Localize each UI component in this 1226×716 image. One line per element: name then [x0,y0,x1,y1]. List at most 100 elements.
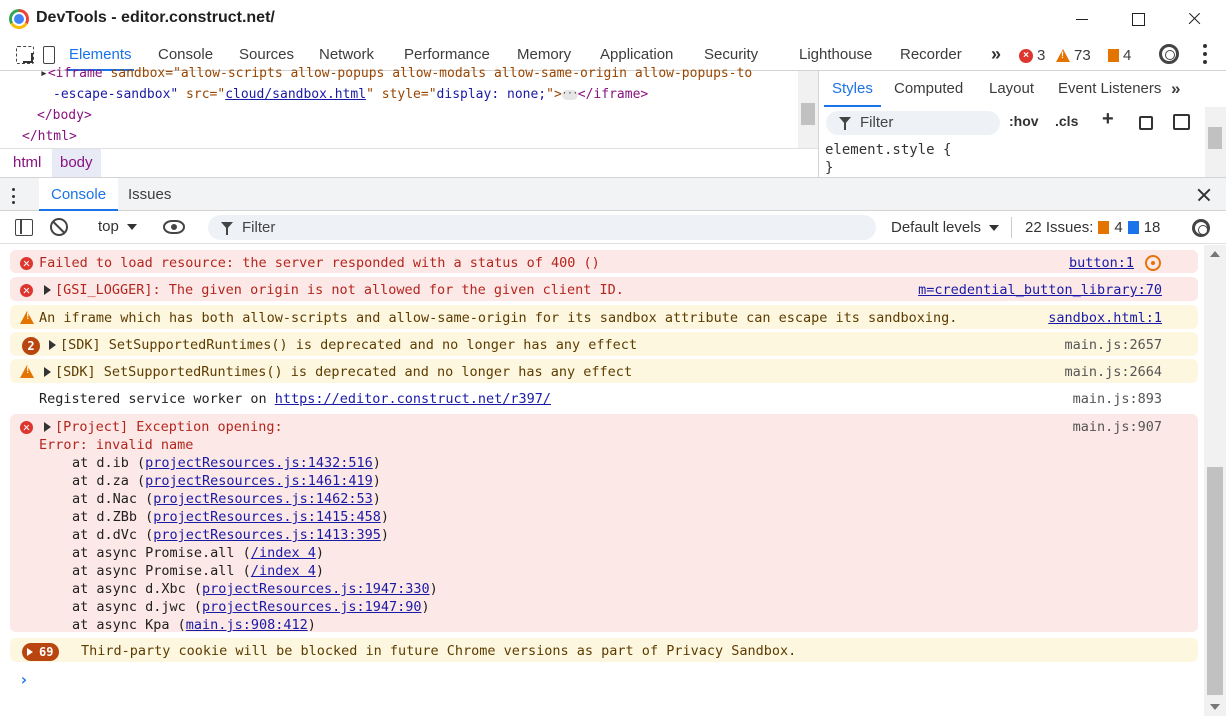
drawer-tab-issues[interactable]: Issues [128,178,171,211]
dom-line-iframe[interactable]: ▸<iframe sandbox="allow-scripts allow-po… [40,66,752,81]
close-drawer-icon[interactable] [1194,185,1214,205]
console-scrollbar-thumb[interactable] [1207,467,1223,695]
tab-layout[interactable]: Layout [989,71,1034,107]
message-source-link[interactable]: m=credential_button_library:70 [918,282,1162,298]
styles-filter-input[interactable]: Filter [826,111,1000,135]
expand-triangle-icon [44,422,51,432]
error-count-badge[interactable]: × 3 [1019,47,1045,64]
warning-icon [20,365,34,378]
settings-gear-icon[interactable] [1159,44,1179,64]
message-source-link[interactable]: main.js:907 [1073,419,1162,435]
inspect-element-icon[interactable] [16,46,34,64]
title-bar: DevTools - editor.construct.net/ [0,0,1226,38]
tab-styles[interactable]: Styles [824,71,881,107]
more-options-icon[interactable] [1203,44,1207,64]
stack-frame: at d.ib (projectResources.js:1432:516) [72,455,381,471]
cls-toggle[interactable]: .cls [1055,113,1078,129]
toolbar-divider [1011,217,1012,238]
stack-frame: at async Kpa (main.js:908:412) [72,617,316,633]
console-scrollbar[interactable] [1204,245,1226,716]
chrome-logo-icon [9,9,29,29]
breadcrumb: html body [0,148,818,177]
stack-frame: at d.ZBb (projectResources.js:1415:458) [72,509,389,525]
breadcrumb-body[interactable]: body [52,149,101,177]
drawer-menu-icon[interactable] [12,188,16,204]
info-blue-flag-icon [1127,221,1139,234]
console-message-warning: An iframe which has both allow-scripts a… [10,305,1198,329]
window-title: DevTools - editor.construct.net/ [36,9,275,26]
console-prompt-input[interactable]: › [19,670,29,689]
tab-lighthouse[interactable]: Lighthouse [799,38,872,71]
repeat-count-badge: 2 [22,337,40,355]
stack-frame: at async d.jwc (projectResources.js:1947… [72,599,430,615]
filter-icon [839,117,851,130]
drawer-tab-console[interactable]: Console [39,178,119,211]
clear-console-icon[interactable] [50,218,68,236]
issues-counter[interactable]: 22 Issues: 4 18 [1025,219,1160,236]
tab-recorder[interactable]: Recorder [900,38,962,71]
console-message-exception: [Project] Exception opening: Error: inva… [10,414,1198,633]
console-message-error: [GSI_LOGGER]: The given origin is not al… [10,277,1198,301]
maximize-button[interactable] [1118,4,1158,34]
scroll-up-icon[interactable] [1210,251,1220,257]
styles-scrollbar[interactable] [1205,107,1226,177]
collapsed-content-ellipsis[interactable]: ··· [561,89,578,100]
paint-brush-icon[interactable] [1139,116,1153,130]
error-icon [20,421,33,434]
scroll-down-icon[interactable] [1210,704,1220,710]
error-icon [20,257,33,270]
minimize-button[interactable] [1062,4,1102,34]
toggle-sidebar-icon[interactable] [1173,114,1190,130]
sandbox-src-link[interactable]: cloud/sandbox.html [225,87,366,102]
info-flag-icon [1108,49,1119,62]
error-count: 3 [1037,47,1046,64]
dom-line-body-close[interactable]: </body> [37,108,92,123]
console-filter-input[interactable]: Filter [208,215,876,240]
elements-scrollbar-thumb[interactable] [801,103,815,125]
dom-line-html-close[interactable]: </html> [22,129,77,144]
more-tabs-chevron-icon[interactable]: » [991,44,1001,65]
stack-frame: at async d.Xbc (projectResources.js:1947… [72,581,438,597]
chevron-down-icon [126,224,137,231]
close-window-button[interactable] [1174,4,1214,34]
styles-more-tabs-chevron-icon[interactable]: » [1171,71,1180,107]
message-source-link[interactable]: button:1 [1069,255,1134,271]
tab-computed[interactable]: Computed [894,71,963,107]
network-request-icon[interactable] [1145,255,1161,271]
info-count-badge[interactable]: 4 [1108,47,1131,64]
message-source-link[interactable]: sandbox.html:1 [1048,310,1162,326]
stack-frame: at async Promise.all (/index 4) [72,545,324,561]
expand-triangle-icon [27,648,33,656]
console-settings-gear-icon[interactable] [1192,219,1210,237]
device-toolbar-icon[interactable] [43,46,55,64]
error-icon: × [1019,48,1033,63]
message-source-link[interactable]: main.js:2657 [1064,337,1162,353]
warning-icon [20,311,34,324]
elements-scrollbar[interactable] [798,71,818,148]
tab-event-listeners[interactable]: Event Listeners [1058,71,1161,107]
repeat-count-badge[interactable]: 69 [22,643,60,661]
stack-frame: at d.dVc (projectResources.js:1413:395) [72,527,389,543]
hov-toggle[interactable]: :hov [1009,113,1039,129]
styles-pane: Styles Computed Layout Event Listeners »… [818,71,1226,177]
expand-triangle-icon [44,285,51,295]
styles-scrollbar-thumb[interactable] [1208,127,1222,149]
element-style-rule[interactable]: element.style { [825,142,951,158]
add-rule-icon[interactable]: + [1102,108,1114,131]
error-icon [20,284,33,297]
info-flag-icon [1098,221,1110,234]
live-expression-eye-icon[interactable] [163,220,185,234]
breadcrumb-html[interactable]: html [5,149,49,177]
stack-frame: at async Promise.all (/index 4) [72,563,324,579]
console-sidebar-icon[interactable] [15,219,33,236]
message-source-link[interactable]: main.js:893 [1073,391,1162,407]
dom-line-iframe-cont[interactable]: -escape-sandbox" src="cloud/sandbox.html… [53,87,648,102]
warning-count-badge[interactable]: 73 [1056,47,1091,64]
message-source-link[interactable]: main.js:2664 [1064,364,1162,380]
chevron-down-icon [989,225,1000,232]
context-selector[interactable]: top [98,218,137,235]
log-levels-dropdown[interactable]: Default levels [891,219,1000,236]
service-worker-link[interactable]: https://editor.construct.net/r397/ [275,391,551,407]
console-message-log: Registered service worker on https://edi… [10,386,1198,411]
expand-triangle-icon [49,340,56,350]
